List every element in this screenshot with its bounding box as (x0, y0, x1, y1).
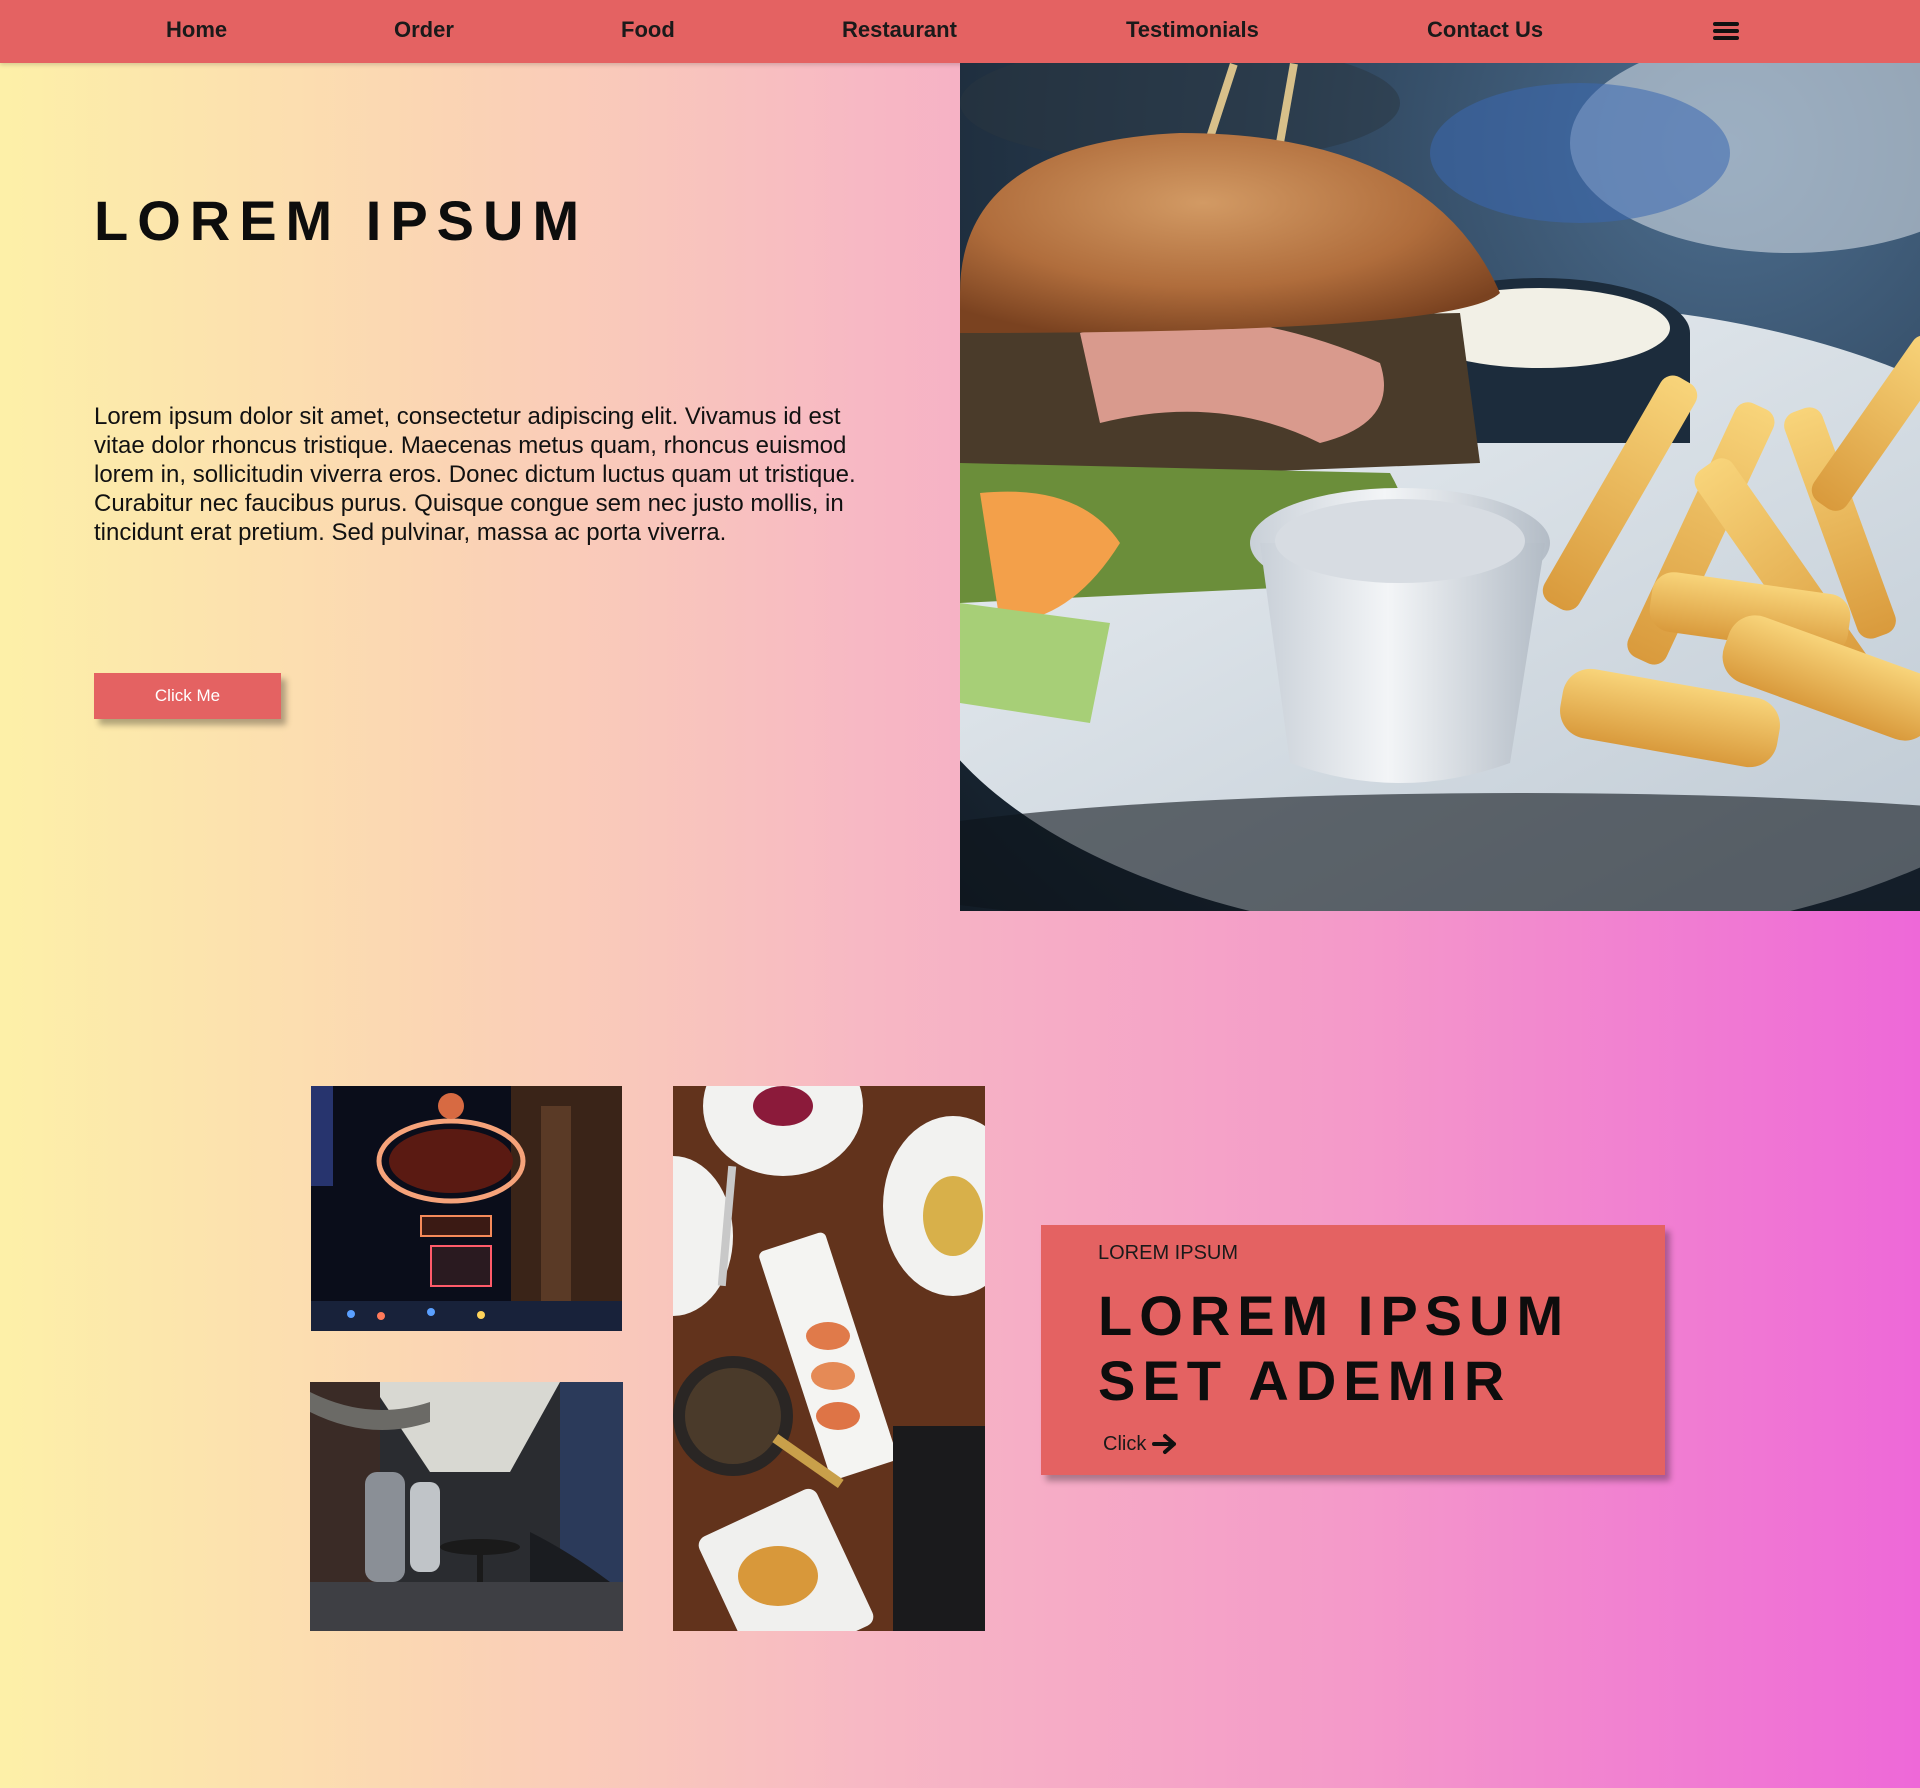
nav-item-testimonials[interactable]: Testimonials (1126, 17, 1259, 43)
top-navigation-bar: Home Order Food Restaurant Testimonials … (0, 0, 1920, 63)
nav-item-contact-us[interactable]: Contact Us (1427, 17, 1543, 43)
nav-item-home[interactable]: Home (166, 17, 227, 43)
click-me-button[interactable]: Click Me (94, 673, 281, 719)
food-table-flatlay-photo (673, 1086, 985, 1631)
card-link-label: Click (1103, 1432, 1147, 1455)
promo-card: LOREM IPSUM LOREM IPSUM SET ADEMIR Click (1041, 1225, 1665, 1475)
nav-item-food[interactable]: Food (621, 17, 675, 43)
nav-item-order[interactable]: Order (394, 17, 454, 43)
street-cafe-photo (310, 1382, 623, 1631)
card-click-link[interactable]: Click (1103, 1431, 1178, 1457)
stage-neon-sign-photo (311, 1086, 622, 1331)
card-title: LOREM IPSUM SET ADEMIR (1098, 1284, 1571, 1412)
nav-item-restaurant[interactable]: Restaurant (842, 17, 957, 43)
hero-description: Lorem ipsum dolor sit amet, consectetur … (94, 403, 856, 546)
arrow-right-icon (1152, 1434, 1177, 1454)
burger-photo (960, 63, 1920, 911)
hero-title: LOREM IPSUM (94, 189, 589, 252)
hamburger-menu-icon[interactable] (1713, 20, 1739, 42)
card-eyebrow: LOREM IPSUM (1098, 1242, 1239, 1264)
